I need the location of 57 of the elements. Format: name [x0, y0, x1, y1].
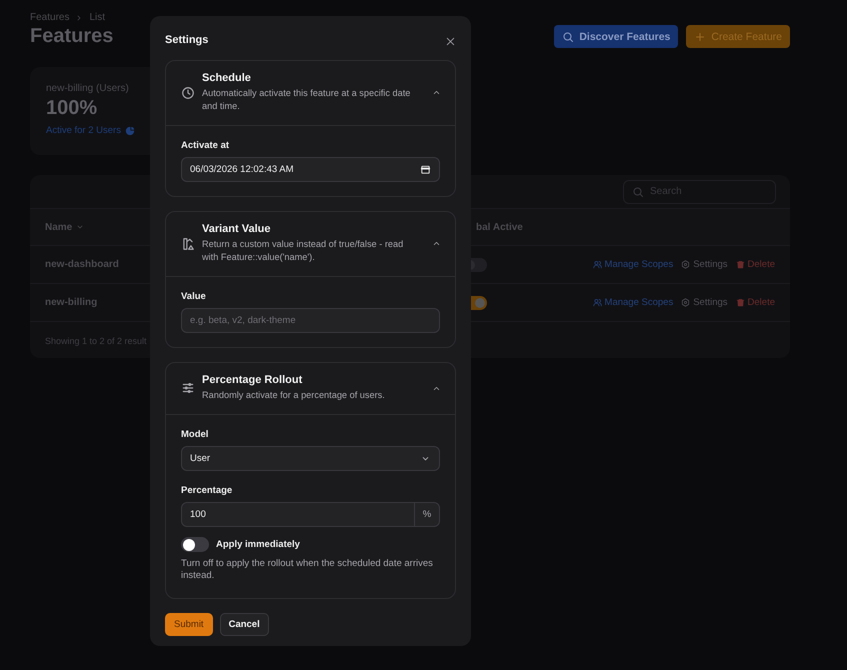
- action-link[interactable]: Delete: [736, 259, 775, 270]
- datetime-field[interactable]: 06/03/2026 12:02:43 AM: [181, 157, 440, 182]
- section-title: Variant Value: [202, 223, 272, 235]
- column-header[interactable]: Name: [45, 222, 72, 232]
- close-icon: [445, 36, 456, 46]
- pie-chart-icon: [124, 126, 135, 136]
- stat-label: new-billing (Users): [46, 83, 129, 94]
- action-link[interactable]: Manage Scopes: [592, 297, 674, 308]
- trash-icon: [736, 260, 745, 269]
- cancel-button[interactable]: Cancel: [220, 613, 269, 636]
- section-header[interactable]: Percentage Rollout Randomly activate for a percentage of users.: [166, 363, 455, 414]
- select-field[interactable]: User: [181, 446, 440, 471]
- section-description: Randomly activate for a percentage of users.: [202, 389, 386, 402]
- stat-value: 100%: [46, 97, 98, 120]
- toggle-switch[interactable]: [181, 537, 209, 552]
- sliders-icon: [181, 381, 195, 395]
- help-text: Turn off to apply the rollout when the scheduled date arrives instead.: [181, 558, 434, 582]
- trash-icon: [736, 298, 745, 307]
- toggle-label: Apply immediately: [216, 539, 300, 550]
- action-link[interactable]: Delete: [736, 297, 775, 308]
- document-shapes-icon: [181, 236, 195, 250]
- number-field[interactable]: 100 %: [181, 502, 440, 527]
- section-title: Schedule: [202, 72, 252, 84]
- table-cell-text: new-billing: [45, 297, 98, 308]
- section-header[interactable]: Variant Value Return a custom value instead of true/false - read with Feature::value('name').: [166, 212, 455, 276]
- breadcrumb-link[interactable]: List: [89, 12, 106, 23]
- submit-button[interactable]: Submit: [165, 613, 213, 636]
- search-icon: [562, 30, 574, 42]
- clock-icon: [181, 86, 195, 100]
- action-link[interactable]: Settings: [681, 297, 728, 308]
- users-icon: [592, 298, 602, 307]
- users-icon: [592, 260, 602, 269]
- page-title: Features: [30, 25, 114, 48]
- gear-icon: [681, 298, 690, 307]
- chevron-down-icon: [76, 223, 84, 231]
- gear-icon: [681, 260, 690, 269]
- field-label: Activate at: [181, 140, 230, 151]
- plus-icon: [694, 30, 706, 42]
- column-header: bal Active: [476, 222, 523, 232]
- field-label: Value: [181, 291, 207, 302]
- field-label: Model: [181, 429, 210, 440]
- search-icon: [632, 186, 644, 198]
- action-link[interactable]: Manage Scopes: [592, 259, 674, 270]
- breadcrumb-link[interactable]: Features: [30, 12, 70, 23]
- text-field[interactable]: e.g. beta, v2, dark-theme: [181, 308, 440, 333]
- section-title: Percentage Rollout: [202, 374, 304, 386]
- discover-button[interactable]: Discover Features: [554, 25, 678, 48]
- table-cell-text: new-dashboard: [45, 259, 120, 270]
- section-description: Automatically activate this feature at a specific date and time.: [202, 87, 412, 113]
- field-label: Percentage: [181, 485, 234, 496]
- section-header[interactable]: Schedule Automatically activate this feature at a specific date and time.: [166, 61, 455, 125]
- calendar-icon: [420, 164, 431, 175]
- dialog-title: Settings: [165, 34, 208, 46]
- action-link[interactable]: Settings: [681, 259, 728, 270]
- stat-link[interactable]: Active for 2 Users: [46, 125, 121, 136]
- section-description: Return a custom value instead of true/false - read with Feature::value('name').: [202, 238, 404, 264]
- unit-suffix: %: [414, 503, 439, 526]
